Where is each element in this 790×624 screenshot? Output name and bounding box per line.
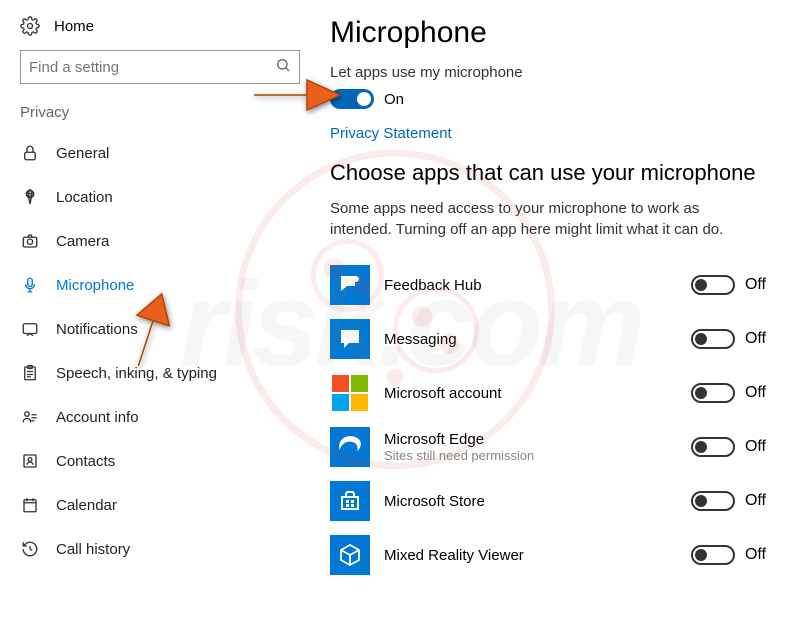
choose-apps-desc: Some apps need access to your microphone… [330, 198, 750, 240]
app-toggle[interactable] [691, 275, 735, 295]
app-row-messaging: Messaging Off [330, 312, 766, 366]
history-icon [20, 540, 40, 558]
section-header: Privacy [20, 104, 300, 121]
sidebar-item-callhistory[interactable]: Call history [20, 527, 300, 571]
location-icon [20, 188, 40, 206]
app-name: Microsoft Store [384, 493, 677, 510]
gear-icon [20, 16, 40, 36]
calendar-icon [20, 496, 40, 514]
page-title: Microphone [330, 16, 766, 50]
sidebar-item-location[interactable]: Location [20, 175, 300, 219]
master-toggle-state: On [384, 91, 404, 108]
app-row-feedback-hub: Feedback Hub Off [330, 258, 766, 312]
nav-label: Camera [56, 233, 109, 250]
camera-icon [20, 232, 40, 250]
search-input-wrap[interactable] [20, 50, 300, 84]
nav-label: Contacts [56, 453, 115, 470]
lock-icon [20, 144, 40, 162]
microsoft-account-icon [330, 373, 370, 413]
toggle-state: Off [745, 330, 766, 348]
app-toggle[interactable] [691, 491, 735, 511]
home-link[interactable]: Home [20, 16, 300, 36]
notifications-icon [20, 320, 40, 338]
sidebar-item-account[interactable]: Account info [20, 395, 300, 439]
app-row-microsoft-store: Microsoft Store Off [330, 474, 766, 528]
search-input[interactable] [29, 59, 275, 76]
app-name: Messaging [384, 331, 677, 348]
toggle-state: Off [745, 384, 766, 402]
sidebar-item-calendar[interactable]: Calendar [20, 483, 300, 527]
toggle-state: Off [745, 438, 766, 456]
sidebar-item-contacts[interactable]: Contacts [20, 439, 300, 483]
sidebar-item-camera[interactable]: Camera [20, 219, 300, 263]
app-name: Microsoft Edge [384, 431, 677, 448]
master-toggle[interactable] [330, 89, 374, 109]
cube-icon [330, 535, 370, 575]
contacts-icon [20, 452, 40, 470]
edge-icon [330, 427, 370, 467]
app-toggle[interactable] [691, 545, 735, 565]
app-sub: Sites still need permission [384, 448, 677, 463]
app-row-mixed-reality: Mixed Reality Viewer Off [330, 528, 766, 582]
app-toggle[interactable] [691, 383, 735, 403]
app-name: Feedback Hub [384, 277, 677, 294]
app-row-microsoft-edge: Microsoft EdgeSites still need permissio… [330, 420, 766, 474]
nav-label: Call history [56, 541, 130, 558]
sidebar-item-speech[interactable]: Speech, inking, & typing [20, 351, 300, 395]
app-row-microsoft-account: Microsoft account Off [330, 366, 766, 420]
nav-label: Notifications [56, 321, 138, 338]
app-toggle[interactable] [691, 437, 735, 457]
nav-label: Account info [56, 409, 139, 426]
nav-label: Calendar [56, 497, 117, 514]
toggle-state: Off [745, 546, 766, 564]
toggle-state: Off [745, 492, 766, 510]
choose-apps-heading: Choose apps that can use your microphone [330, 160, 766, 186]
app-name: Mixed Reality Viewer [384, 547, 677, 564]
privacy-statement-link[interactable]: Privacy Statement [330, 125, 452, 142]
master-toggle-label: Let apps use my microphone [330, 64, 766, 81]
app-name: Microsoft account [384, 385, 677, 402]
search-icon [275, 57, 291, 78]
clipboard-icon [20, 364, 40, 382]
sidebar-item-general[interactable]: General [20, 131, 300, 175]
app-toggle[interactable] [691, 329, 735, 349]
nav-label: Speech, inking, & typing [56, 365, 217, 382]
sidebar-item-notifications[interactable]: Notifications [20, 307, 300, 351]
sidebar-item-microphone[interactable]: Microphone [20, 263, 300, 307]
nav-label: General [56, 145, 109, 162]
messaging-icon [330, 319, 370, 359]
feedback-hub-icon [330, 265, 370, 305]
home-label: Home [54, 18, 94, 35]
nav-label: Location [56, 189, 113, 206]
store-icon [330, 481, 370, 521]
microphone-icon [20, 276, 40, 294]
toggle-state: Off [745, 276, 766, 294]
nav-label: Microphone [56, 277, 134, 294]
account-icon [20, 408, 40, 426]
